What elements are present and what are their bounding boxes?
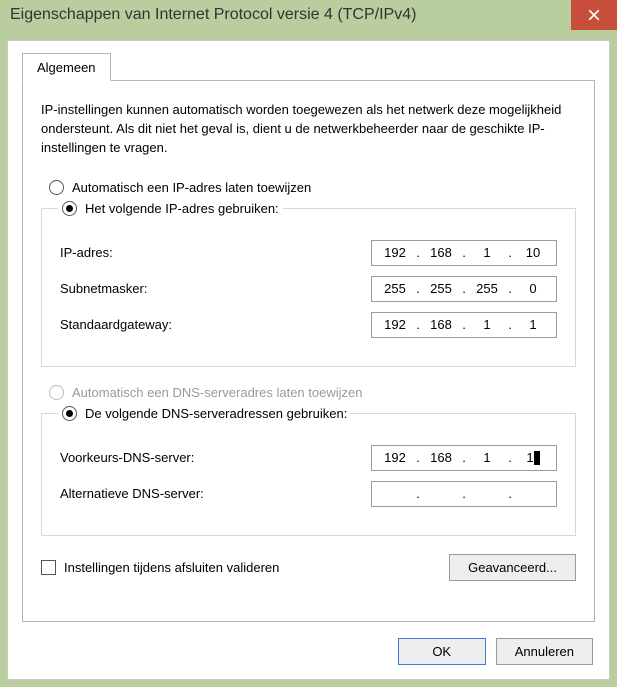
ip-octet: 168 [422, 245, 460, 260]
alternate-dns-input[interactable]: . . . [371, 481, 557, 507]
ip-octet: 192 [376, 317, 414, 332]
ip-auto-radio-row[interactable]: Automatisch een IP-adres laten toewijzen [49, 180, 576, 195]
alternate-dns-row: Alternatieve DNS-server: . . . [60, 481, 557, 507]
dns-group: De volgende DNS-serveradressen gebruiken… [41, 406, 576, 536]
dns-manual-label: De volgende DNS-serveradressen gebruiken… [85, 406, 347, 421]
tab-general[interactable]: Algemeen [22, 53, 111, 81]
dns-manual-radio-row[interactable]: De volgende DNS-serveradressen gebruiken… [62, 406, 347, 421]
advanced-button[interactable]: Geavanceerd... [449, 554, 576, 581]
ok-button[interactable]: OK [398, 638, 486, 665]
radio-icon [49, 385, 64, 400]
tab-panel: IP-instellingen kunnen automatisch worde… [22, 80, 595, 622]
dialog-buttons: OK Annuleren [398, 638, 593, 665]
gateway-input[interactable]: 192. 168. 1. 1 [371, 312, 557, 338]
preferred-dns-row: Voorkeurs-DNS-server: 192. 168. 1. 1 [60, 445, 557, 471]
ip-octet: 1 [514, 450, 552, 466]
bottom-row: Instellingen tijdens afsluiten valideren… [41, 554, 576, 581]
ip-octet: 168 [422, 450, 460, 465]
gateway-label: Standaardgateway: [60, 317, 371, 332]
ip-octet: 1 [468, 245, 506, 260]
window-title: Eigenschappen van Internet Protocol vers… [10, 6, 571, 24]
ip-octet: 1 [514, 317, 552, 332]
ip-manual-label: Het volgende IP-adres gebruiken: [85, 201, 279, 216]
dns-auto-label: Automatisch een DNS-serveradres laten to… [72, 385, 362, 400]
ip-address-row: IP-adres: 192. 168. 1. 10 [60, 240, 557, 266]
ip-manual-radio-row[interactable]: Het volgende IP-adres gebruiken: [62, 201, 279, 216]
radio-icon [62, 201, 77, 216]
ip-octet: 255 [422, 281, 460, 296]
alternate-dns-label: Alternatieve DNS-server: [60, 486, 371, 501]
subnet-mask-input[interactable]: 255. 255. 255. 0 [371, 276, 557, 302]
text-cursor-icon [534, 451, 540, 465]
close-button[interactable] [571, 0, 617, 30]
ip-octet: 192 [376, 245, 414, 260]
validate-checkbox-row[interactable]: Instellingen tijdens afsluiten valideren [41, 560, 279, 575]
tab-row: Algemeen [22, 53, 595, 81]
preferred-dns-input[interactable]: 192. 168. 1. 1 [371, 445, 557, 471]
ip-address-input[interactable]: 192. 168. 1. 10 [371, 240, 557, 266]
ip-address-label: IP-adres: [60, 245, 371, 260]
preferred-dns-label: Voorkeurs-DNS-server: [60, 450, 371, 465]
ip-octet: 10 [514, 245, 552, 260]
radio-icon [49, 180, 64, 195]
checkbox-icon [41, 560, 56, 575]
ip-auto-label: Automatisch een IP-adres laten toewijzen [72, 180, 311, 195]
radio-icon [62, 406, 77, 421]
ip-octet: 1 [468, 317, 506, 332]
ip-octet: 1 [468, 450, 506, 465]
ip-octet: 192 [376, 450, 414, 465]
close-icon [588, 9, 600, 21]
ip-group: Het volgende IP-adres gebruiken: IP-adre… [41, 201, 576, 367]
dialog-panel: Algemeen IP-instellingen kunnen automati… [7, 40, 610, 680]
description-text: IP-instellingen kunnen automatisch worde… [41, 101, 576, 158]
ip-octet: 168 [422, 317, 460, 332]
cancel-button[interactable]: Annuleren [496, 638, 593, 665]
validate-label: Instellingen tijdens afsluiten valideren [64, 560, 279, 575]
titlebar: Eigenschappen van Internet Protocol vers… [0, 0, 617, 30]
ip-octet: 0 [514, 281, 552, 296]
subnet-mask-label: Subnetmasker: [60, 281, 371, 296]
gateway-row: Standaardgateway: 192. 168. 1. 1 [60, 312, 557, 338]
ip-octet: 255 [376, 281, 414, 296]
subnet-mask-row: Subnetmasker: 255. 255. 255. 0 [60, 276, 557, 302]
dns-auto-radio-row: Automatisch een DNS-serveradres laten to… [49, 385, 576, 400]
ip-octet: 255 [468, 281, 506, 296]
tab-general-label: Algemeen [37, 60, 96, 75]
